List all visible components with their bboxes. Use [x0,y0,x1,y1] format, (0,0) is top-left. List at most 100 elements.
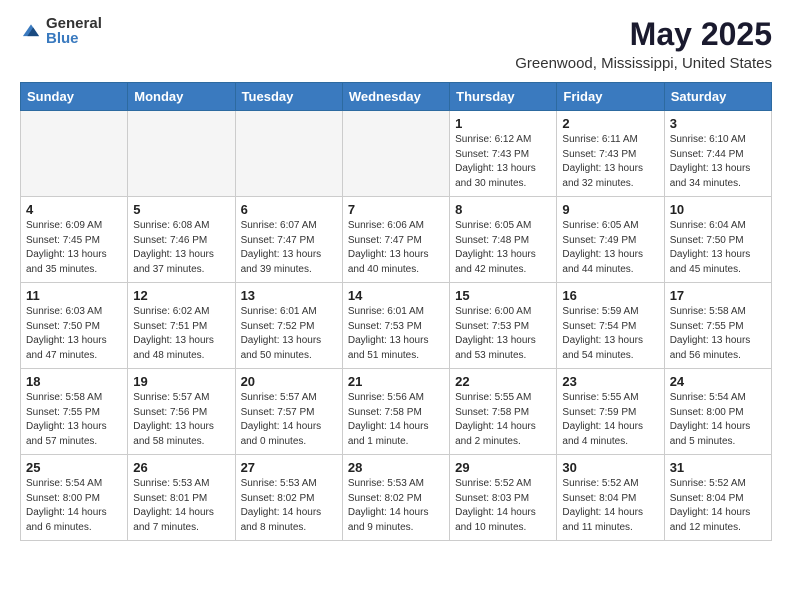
calendar-cell [128,111,235,197]
day-number: 21 [348,374,444,389]
day-info: Sunrise: 6:06 AM Sunset: 7:47 PM Dayligh… [348,219,444,277]
calendar-cell: 21 Sunrise: 5:56 AM Sunset: 7:58 PM Dayli… [342,369,449,455]
day-info: Sunrise: 6:08 AM Sunset: 7:46 PM Dayligh… [133,219,229,277]
logo: General Blue [20,16,102,46]
calendar-cell: 9 Sunrise: 6:05 AM Sunset: 7:49 PM Daylig… [557,197,664,283]
day-info: Sunrise: 5:53 AM Sunset: 8:02 PM Dayligh… [348,477,444,535]
day-number: 17 [670,288,766,303]
day-info: Sunrise: 5:58 AM Sunset: 7:55 PM Dayligh… [670,305,766,363]
logo-icon [20,20,42,42]
day-info: Sunrise: 6:09 AM Sunset: 7:45 PM Dayligh… [26,219,122,277]
calendar-cell: 29Sunrise: 5:52 AM Sunset: 8:03 PM Dayli… [450,455,557,541]
calendar-cell [235,111,342,197]
logo-general-text: General [46,16,102,31]
day-number: 3 [670,116,766,131]
day-number: 6 [241,202,337,217]
calendar-cell: 22 Sunrise: 5:55 AM Sunset: 7:58 PM Dayli… [450,369,557,455]
calendar-week-4: 25Sunrise: 5:54 AM Sunset: 8:00 PM Dayli… [21,455,772,541]
day-info: Sunrise: 5:57 AM Sunset: 7:57 PM Dayligh… [241,391,337,449]
calendar-cell: 5 Sunrise: 6:08 AM Sunset: 7:46 PM Daylig… [128,197,235,283]
calendar-cell: 3Sunrise: 6:10 AM Sunset: 7:44 PM Daylig… [664,111,771,197]
calendar-cell: 15 Sunrise: 6:00 AM Sunset: 7:53 PM Dayli… [450,283,557,369]
day-info: Sunrise: 6:04 AM Sunset: 7:50 PM Dayligh… [670,219,766,277]
header: General Blue May 2025 Greenwood, Mississ… [20,16,772,72]
calendar-cell: 10 Sunrise: 6:04 AM Sunset: 7:50 PM Dayli… [664,197,771,283]
day-number: 11 [26,288,122,303]
calendar-cell: 30Sunrise: 5:52 AM Sunset: 8:04 PM Dayli… [557,455,664,541]
calendar-cell: 17 Sunrise: 5:58 AM Sunset: 7:55 PM Dayli… [664,283,771,369]
calendar-cell: 23Sunrise: 5:55 AM Sunset: 7:59 PM Dayli… [557,369,664,455]
day-number: 31 [670,460,766,475]
header-saturday: Saturday [664,83,771,111]
weekday-header-row: Sunday Monday Tuesday Wednesday Thursday… [21,83,772,111]
day-info: Sunrise: 6:05 AM Sunset: 7:49 PM Dayligh… [562,219,658,277]
title-block: May 2025 Greenwood, Mississippi, United … [515,16,772,72]
day-number: 1 [455,116,551,131]
header-thursday: Thursday [450,83,557,111]
calendar-cell: 8 Sunrise: 6:05 AM Sunset: 7:48 PM Daylig… [450,197,557,283]
calendar-cell: 14Sunrise: 6:01 AM Sunset: 7:53 PM Dayli… [342,283,449,369]
calendar-cell: 24 Sunrise: 5:54 AM Sunset: 8:00 PM Dayli… [664,369,771,455]
page: General Blue May 2025 Greenwood, Mississ… [0,0,792,557]
header-sunday: Sunday [21,83,128,111]
header-wednesday: Wednesday [342,83,449,111]
day-info: Sunrise: 6:00 AM Sunset: 7:53 PM Dayligh… [455,305,551,363]
day-info: Sunrise: 6:05 AM Sunset: 7:48 PM Dayligh… [455,219,551,277]
calendar-cell: 26Sunrise: 5:53 AM Sunset: 8:01 PM Dayli… [128,455,235,541]
day-number: 22 [455,374,551,389]
day-info: Sunrise: 5:53 AM Sunset: 8:01 PM Dayligh… [133,477,229,535]
day-info: Sunrise: 5:55 AM Sunset: 7:58 PM Dayligh… [455,391,551,449]
calendar-cell: 2 Sunrise: 6:11 AM Sunset: 7:43 PM Daylig… [557,111,664,197]
day-number: 5 [133,202,229,217]
day-number: 20 [241,374,337,389]
logo-blue-text: Blue [46,31,102,46]
calendar-cell: 7Sunrise: 6:06 AM Sunset: 7:47 PM Daylig… [342,197,449,283]
day-number: 27 [241,460,337,475]
day-info: Sunrise: 5:52 AM Sunset: 8:04 PM Dayligh… [670,477,766,535]
calendar-week-1: 4 Sunrise: 6:09 AM Sunset: 7:45 PM Daylig… [21,197,772,283]
day-info: Sunrise: 5:54 AM Sunset: 8:00 PM Dayligh… [670,391,766,449]
day-info: Sunrise: 6:01 AM Sunset: 7:52 PM Dayligh… [241,305,337,363]
day-number: 8 [455,202,551,217]
calendar-title: May 2025 [515,16,772,53]
day-number: 18 [26,374,122,389]
calendar-cell: 18 Sunrise: 5:58 AM Sunset: 7:55 PM Dayli… [21,369,128,455]
day-number: 16 [562,288,658,303]
day-number: 30 [562,460,658,475]
day-info: Sunrise: 5:59 AM Sunset: 7:54 PM Dayligh… [562,305,658,363]
calendar-cell: 31 Sunrise: 5:52 AM Sunset: 8:04 PM Dayli… [664,455,771,541]
day-number: 28 [348,460,444,475]
day-info: Sunrise: 5:54 AM Sunset: 8:00 PM Dayligh… [26,477,122,535]
calendar-cell [342,111,449,197]
calendar-cell: 20 Sunrise: 5:57 AM Sunset: 7:57 PM Dayli… [235,369,342,455]
day-info: Sunrise: 6:11 AM Sunset: 7:43 PM Dayligh… [562,133,658,191]
day-number: 10 [670,202,766,217]
day-info: Sunrise: 6:07 AM Sunset: 7:47 PM Dayligh… [241,219,337,277]
day-number: 12 [133,288,229,303]
day-number: 15 [455,288,551,303]
day-number: 14 [348,288,444,303]
calendar-cell: 16 Sunrise: 5:59 AM Sunset: 7:54 PM Dayli… [557,283,664,369]
header-tuesday: Tuesday [235,83,342,111]
calendar-subtitle: Greenwood, Mississippi, United States [515,55,772,72]
day-info: Sunrise: 5:58 AM Sunset: 7:55 PM Dayligh… [26,391,122,449]
calendar-cell: 6 Sunrise: 6:07 AM Sunset: 7:47 PM Daylig… [235,197,342,283]
day-number: 9 [562,202,658,217]
calendar-cell: 11Sunrise: 6:03 AM Sunset: 7:50 PM Dayli… [21,283,128,369]
day-info: Sunrise: 5:56 AM Sunset: 7:58 PM Dayligh… [348,391,444,449]
calendar-week-0: 1Sunrise: 6:12 AM Sunset: 7:43 PM Daylig… [21,111,772,197]
day-number: 24 [670,374,766,389]
calendar-cell: 28 Sunrise: 5:53 AM Sunset: 8:02 PM Dayli… [342,455,449,541]
day-info: Sunrise: 6:02 AM Sunset: 7:51 PM Dayligh… [133,305,229,363]
day-number: 13 [241,288,337,303]
calendar-week-2: 11Sunrise: 6:03 AM Sunset: 7:50 PM Dayli… [21,283,772,369]
day-number: 4 [26,202,122,217]
calendar-table: Sunday Monday Tuesday Wednesday Thursday… [20,82,772,541]
day-number: 2 [562,116,658,131]
calendar-cell: 25Sunrise: 5:54 AM Sunset: 8:00 PM Dayli… [21,455,128,541]
day-info: Sunrise: 5:55 AM Sunset: 7:59 PM Dayligh… [562,391,658,449]
day-number: 29 [455,460,551,475]
header-monday: Monday [128,83,235,111]
day-info: Sunrise: 5:53 AM Sunset: 8:02 PM Dayligh… [241,477,337,535]
calendar-cell [21,111,128,197]
